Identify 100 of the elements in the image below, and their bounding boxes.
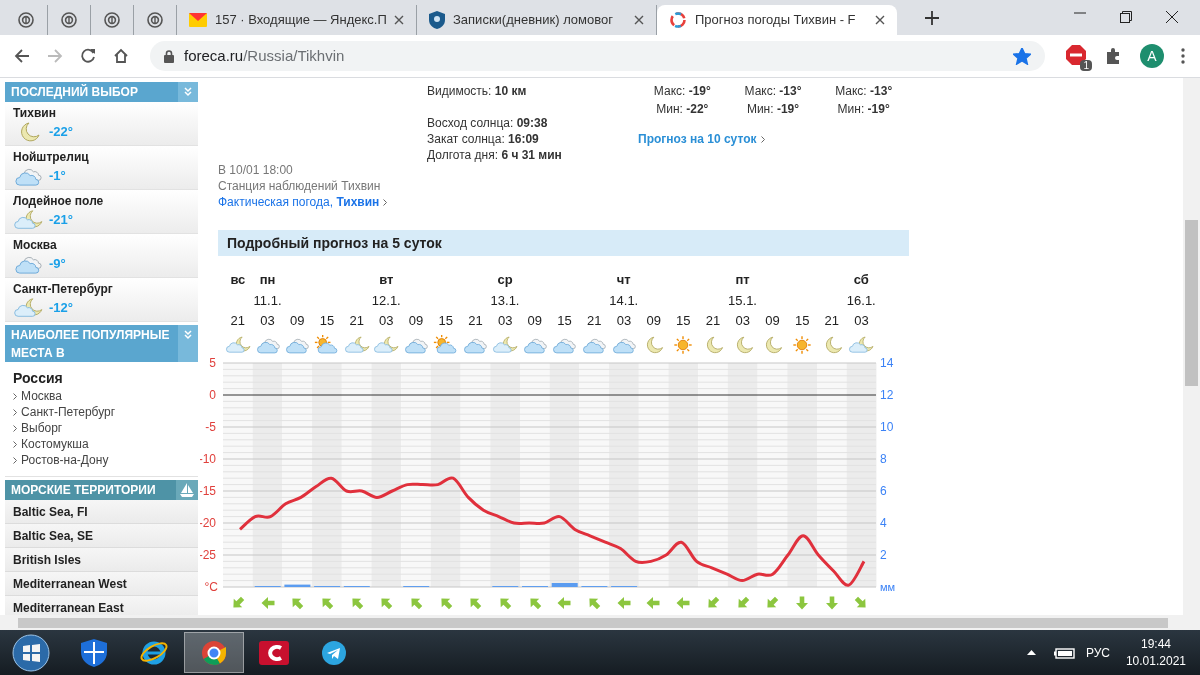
site-icon	[104, 12, 120, 28]
c-shape-icon	[259, 638, 289, 667]
vertical-scrollbar[interactable]	[1183, 78, 1200, 615]
marine-area-item[interactable]: Mediterranean East	[5, 596, 198, 615]
section-title: НАИБОЛЕЕ ПОПУЛЯРНЫЕ МЕСТА В	[10, 327, 171, 362]
home-icon[interactable]	[113, 48, 129, 64]
area-name: Baltic Sea, SE	[13, 527, 94, 545]
hour-label: 21	[587, 313, 602, 328]
close-icon[interactable]	[1166, 11, 1178, 23]
hour-label: 03	[854, 313, 869, 328]
detail-text: Видимость: 10 км	[427, 83, 528, 99]
max-temperature: Макс: -13°	[744, 83, 802, 100]
tab-title: Записки(дневник) ломовог	[453, 11, 614, 30]
shield-icon	[81, 638, 107, 667]
day-label: пт	[735, 270, 750, 289]
restore-icon[interactable]	[1120, 11, 1132, 23]
ring-icon	[669, 11, 687, 29]
close-icon[interactable]	[875, 15, 885, 25]
tab-title: Прогноз погоды Тихвин - F	[695, 11, 857, 30]
tab-title: 157 · Входящие — Яндекс.П	[215, 11, 386, 30]
axis-title: °C	[204, 580, 218, 594]
chevron-icon	[760, 135, 765, 143]
max-temperature: Макс: -13°	[835, 83, 893, 100]
date-label: 12.1.	[371, 291, 401, 310]
place-link[interactable]: Ростов-на-Дону	[21, 451, 109, 469]
hour-label: 09	[408, 313, 424, 328]
axis-label: -5	[205, 420, 216, 434]
hour-label: 09	[527, 313, 543, 328]
battery-icon[interactable]	[1053, 646, 1076, 659]
lock-icon	[164, 49, 174, 63]
place-name: Тихвин	[13, 106, 57, 120]
site-icon	[61, 12, 77, 28]
hour-label: 21	[230, 313, 246, 328]
close-icon[interactable]	[634, 15, 644, 25]
back-icon[interactable]	[14, 48, 30, 64]
axis-title: мм	[880, 581, 896, 593]
start-orb-icon	[12, 633, 50, 672]
hour-label: 15	[438, 313, 453, 328]
area-name: Mediterranean East	[13, 599, 124, 615]
detail-text: Закат солнца: 16:09	[427, 131, 540, 147]
shield-icon	[429, 11, 445, 29]
hour-label: 15	[676, 313, 691, 328]
menu-icon[interactable]	[1181, 48, 1185, 64]
paper-plane-icon	[321, 639, 347, 666]
section-title: Подробный прогноз на 5 суток	[227, 233, 442, 253]
place-link[interactable]: Костомукша	[21, 435, 89, 453]
avatar-button[interactable]: A	[1140, 44, 1164, 68]
reload-icon[interactable]	[80, 48, 96, 64]
date-label: 16.1.	[846, 291, 876, 310]
actual-weather-link[interactable]: Фактическая погода, Тихвин	[218, 194, 380, 210]
place-temperature: -21°	[49, 211, 73, 230]
star-icon[interactable]	[1013, 47, 1031, 65]
axis-label: 4	[880, 516, 887, 530]
day-label: вс	[230, 270, 246, 289]
day-label: сб	[853, 270, 869, 289]
place-name: Лодейное поле	[13, 194, 105, 208]
marine-area-item[interactable]: Mediterranean West	[5, 572, 198, 596]
close-icon[interactable]	[394, 15, 404, 25]
precipitation-bar	[551, 583, 578, 587]
place-name: Нойштрелиц	[13, 150, 90, 164]
hour-label: 15	[557, 313, 572, 328]
day-label: пн	[259, 270, 276, 289]
section-title: ПОСЛЕДНИЙ ВЫБОР	[10, 83, 139, 101]
place-temperature: -1°	[49, 167, 66, 186]
up-caret-icon[interactable]	[1026, 650, 1036, 655]
detail-text: Восход солнца: 09:38	[427, 115, 549, 131]
scroll-thumb[interactable]	[18, 617, 1168, 628]
hour-label: 15	[794, 313, 810, 328]
browser-tab[interactable]: Прогноз погоды Тихвин - F	[657, 5, 897, 35]
sailboat-icon	[180, 483, 194, 497]
marine-area-item[interactable]: Baltic Sea, FI	[5, 500, 198, 524]
plus-icon[interactable]	[925, 11, 939, 25]
hour-label: 03	[616, 313, 632, 328]
place-link[interactable]: Санкт-Петербург	[21, 403, 116, 421]
min-temperature: Мин: -19°	[837, 101, 890, 118]
hour-label: 03	[735, 313, 750, 328]
scroll-thumb[interactable]	[1185, 220, 1198, 386]
marine-area-item[interactable]: Baltic Sea, SE	[5, 524, 198, 548]
place-link[interactable]: Выборг	[21, 419, 63, 437]
place-link[interactable]: Москва	[21, 387, 62, 405]
address-bar[interactable]: foreca.ru/Russia/Tikhvin	[150, 41, 1045, 71]
hour-label: 03	[497, 313, 513, 328]
max-temperature: Макс: -19°	[653, 83, 711, 100]
clock[interactable]: 19:44 10.01.2021	[1125, 635, 1186, 670]
area-name: British Isles	[13, 551, 82, 569]
ten-day-forecast-link[interactable]: Прогноз на 10 суток	[638, 130, 757, 148]
blocker-extension-button[interactable]: 1	[1066, 45, 1088, 67]
hour-label: 09	[765, 313, 780, 328]
hour-label: 03	[260, 313, 275, 328]
area-name: Mediterranean West	[13, 575, 127, 593]
language-indicator[interactable]: РУС	[1085, 643, 1110, 662]
axis-label: -20	[200, 516, 216, 530]
min-temperature: Мин: -22°	[656, 101, 709, 118]
place-temperature: -9°	[49, 255, 66, 274]
clock-date: 10.01.2021	[1125, 652, 1186, 670]
place-name: Санкт-Петербург	[13, 282, 114, 296]
horizontal-scrollbar[interactable]	[0, 615, 1200, 630]
envelope-icon	[189, 13, 207, 27]
marine-area-item[interactable]: British Isles	[5, 548, 198, 572]
axis-label: 6	[880, 484, 887, 498]
